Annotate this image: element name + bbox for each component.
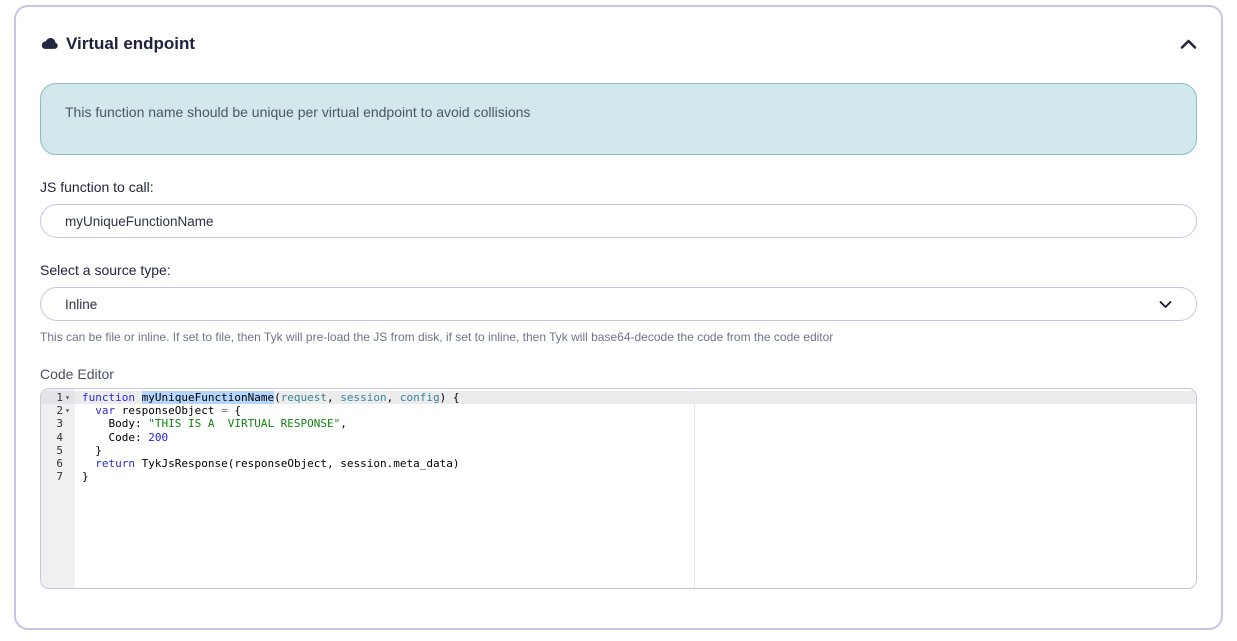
chevron-down-icon: [1159, 300, 1172, 309]
source-type-select[interactable]: Inline: [40, 287, 1197, 321]
collapse-button[interactable]: [1178, 37, 1199, 52]
code-line: }: [75, 444, 1196, 457]
gutter-line-number[interactable]: 1▾: [41, 391, 75, 404]
code-line: function myUniqueFunctionName(request, s…: [75, 391, 1196, 404]
gutter-line-number: 5: [41, 444, 75, 457]
virtual-endpoint-panel: Virtual endpoint This function name shou…: [14, 5, 1223, 630]
js-function-input[interactable]: [40, 204, 1197, 238]
chevron-up-icon: [1180, 38, 1197, 53]
panel-title: Virtual endpoint: [40, 34, 195, 54]
fold-arrow-icon[interactable]: ▾: [63, 391, 72, 404]
code-line: Body: "THIS IS A VIRTUAL RESPONSE",: [75, 417, 1196, 430]
source-type-selected-value: Inline: [65, 297, 97, 312]
gutter-line-number: 4: [41, 431, 75, 444]
code-line: }: [75, 470, 1196, 483]
code-lines[interactable]: function myUniqueFunctionName(request, s…: [75, 389, 1196, 588]
gutter-line-number[interactable]: 2▾: [41, 404, 75, 417]
cloud-icon: [40, 37, 59, 51]
code-line: Code: 200: [75, 431, 1196, 444]
code-editor-label: Code Editor: [40, 366, 1197, 382]
code-gutter: 1▾2▾34567: [41, 389, 75, 588]
panel-header: Virtual endpoint: [40, 7, 1197, 59]
fold-arrow-icon[interactable]: ▾: [63, 404, 72, 417]
js-function-label: JS function to call:: [40, 179, 1197, 195]
source-type-helper-text: This can be file or inline. If set to fi…: [40, 330, 1197, 344]
gutter-line-number: 3: [41, 417, 75, 430]
gutter-line-number: 7: [41, 470, 75, 483]
info-banner: This function name should be unique per …: [40, 83, 1197, 155]
panel-title-label: Virtual endpoint: [66, 34, 195, 54]
source-type-label: Select a source type:: [40, 262, 1197, 278]
code-editor[interactable]: 1▾2▾34567 function myUniqueFunctionName(…: [40, 388, 1197, 589]
info-banner-text: This function name should be unique per …: [65, 104, 530, 120]
code-line: var responseObject = {: [75, 404, 1196, 417]
code-line: return TykJsResponse(responseObject, ses…: [75, 457, 1196, 470]
gutter-line-number: 6: [41, 457, 75, 470]
